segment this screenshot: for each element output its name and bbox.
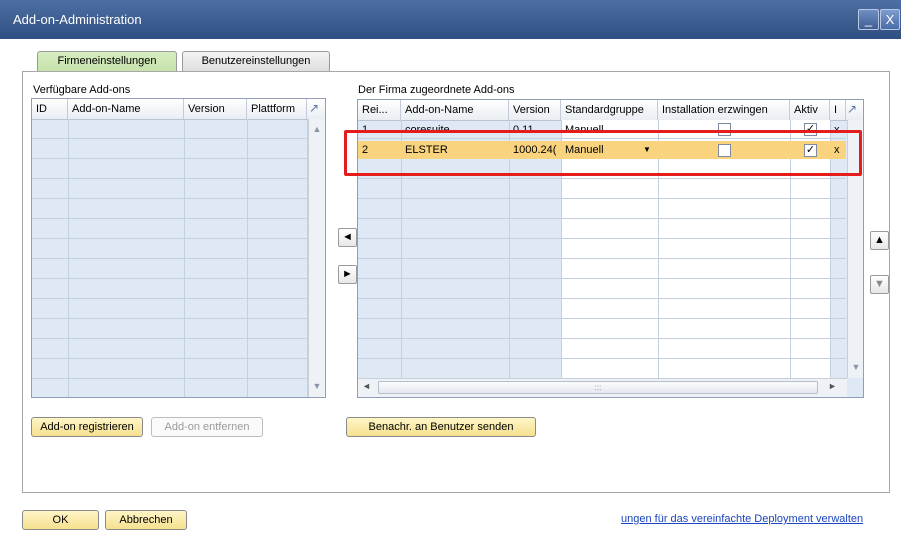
col-addon-name[interactable]: Add-on-Name xyxy=(401,100,509,120)
row-line xyxy=(358,318,846,319)
scroll-left-icon[interactable]: ◄ xyxy=(362,381,371,391)
row-line xyxy=(358,338,846,339)
scroll-down-icon[interactable]: ▼ xyxy=(848,362,863,372)
highlight-annotation xyxy=(344,130,862,176)
tab-firmeneinstellungen[interactable]: Firmeneinstellungen xyxy=(37,51,177,71)
available-addons-title: Verfügbare Add-ons xyxy=(33,84,131,96)
available-table-header: ID Add-on-Name Version Plattform ↗ xyxy=(32,99,325,120)
col-addon-name[interactable]: Add-on-Name xyxy=(68,99,184,119)
available-addons-table[interactable]: ID Add-on-Name Version Plattform ↗ ▲ ▼ xyxy=(31,98,326,398)
arrow-left-icon: ◄ xyxy=(342,231,353,243)
row-line xyxy=(358,238,846,239)
row-line xyxy=(358,198,846,199)
close-button[interactable]: X xyxy=(880,9,900,30)
row-line xyxy=(32,298,307,299)
assigned-addons-title: Der Firma zugeordnete Add-ons xyxy=(358,84,515,96)
move-right-button[interactable]: ► xyxy=(338,265,357,284)
row-line xyxy=(32,158,307,159)
col-plattform[interactable]: Plattform xyxy=(247,99,307,119)
expand-corner-icon[interactable]: ↗ xyxy=(847,102,857,116)
row-line xyxy=(358,298,846,299)
cancel-button[interactable]: Abbrechen xyxy=(105,510,187,530)
window-title: Add-on-Administration xyxy=(13,12,142,27)
col-standardgruppe[interactable]: Standardgruppe xyxy=(561,100,658,120)
move-up-button[interactable]: ▲ xyxy=(870,231,889,250)
ok-button[interactable]: OK xyxy=(22,510,99,530)
scroll-up-icon[interactable]: ▲ xyxy=(309,124,325,134)
title-bar: Add-on-Administration _ X xyxy=(0,0,901,39)
row-line xyxy=(358,278,846,279)
col-i[interactable]: I xyxy=(830,100,846,120)
available-vertical-scrollbar[interactable]: ▲ ▼ xyxy=(308,119,325,397)
move-left-button[interactable]: ◄ xyxy=(338,228,357,247)
row-line xyxy=(32,198,307,199)
notify-users-button[interactable]: Benachr. an Benutzer senden xyxy=(346,417,536,437)
row-line xyxy=(32,178,307,179)
assigned-horizontal-scrollbar[interactable]: ◄ ::: ► xyxy=(358,378,847,397)
row-line xyxy=(358,258,846,259)
move-down-button[interactable]: ▼ xyxy=(870,275,889,294)
col-version[interactable]: Version xyxy=(184,99,247,119)
row-line xyxy=(32,378,307,379)
row-line xyxy=(32,358,307,359)
row-line xyxy=(32,138,307,139)
row-line xyxy=(32,318,307,319)
scroll-down-icon[interactable]: ▼ xyxy=(309,381,325,391)
expand-corner-icon[interactable]: ↗ xyxy=(309,101,319,115)
row-line xyxy=(32,258,307,259)
row-line xyxy=(358,358,846,359)
col-aktiv[interactable]: Aktiv xyxy=(790,100,830,120)
remove-addon-button[interactable]: Add-on entfernen xyxy=(151,417,263,437)
arrow-down-icon: ▼ xyxy=(874,278,885,290)
row-line xyxy=(358,218,846,219)
col-id[interactable]: ID xyxy=(32,99,68,119)
arrow-up-icon: ▲ xyxy=(874,234,885,246)
assigned-table-header: Rei... Add-on-Name Version Standardgrupp… xyxy=(358,100,863,121)
row-line xyxy=(358,178,846,179)
col-reihenfolge[interactable]: Rei... xyxy=(358,100,401,120)
tab-benutzereinstellungen[interactable]: Benutzereinstellungen xyxy=(182,51,330,71)
row-line xyxy=(32,238,307,239)
scroll-right-icon[interactable]: ► xyxy=(828,381,837,391)
add-on-administration-window: Add-on-Administration _ X Firmeneinstell… xyxy=(0,0,901,543)
scroll-thumb[interactable]: ::: xyxy=(378,381,818,394)
minimize-button[interactable]: _ xyxy=(858,9,879,30)
row-line xyxy=(32,338,307,339)
col-installation-erzwingen[interactable]: Installation erzwingen xyxy=(658,100,790,120)
deployment-settings-link[interactable]: ungen für das vereinfachte Deployment ve… xyxy=(621,513,863,525)
row-line xyxy=(32,218,307,219)
col-version[interactable]: Version xyxy=(509,100,561,120)
arrow-right-icon: ► xyxy=(342,268,353,280)
row-line xyxy=(32,278,307,279)
register-addon-button[interactable]: Add-on registrieren xyxy=(31,417,143,437)
